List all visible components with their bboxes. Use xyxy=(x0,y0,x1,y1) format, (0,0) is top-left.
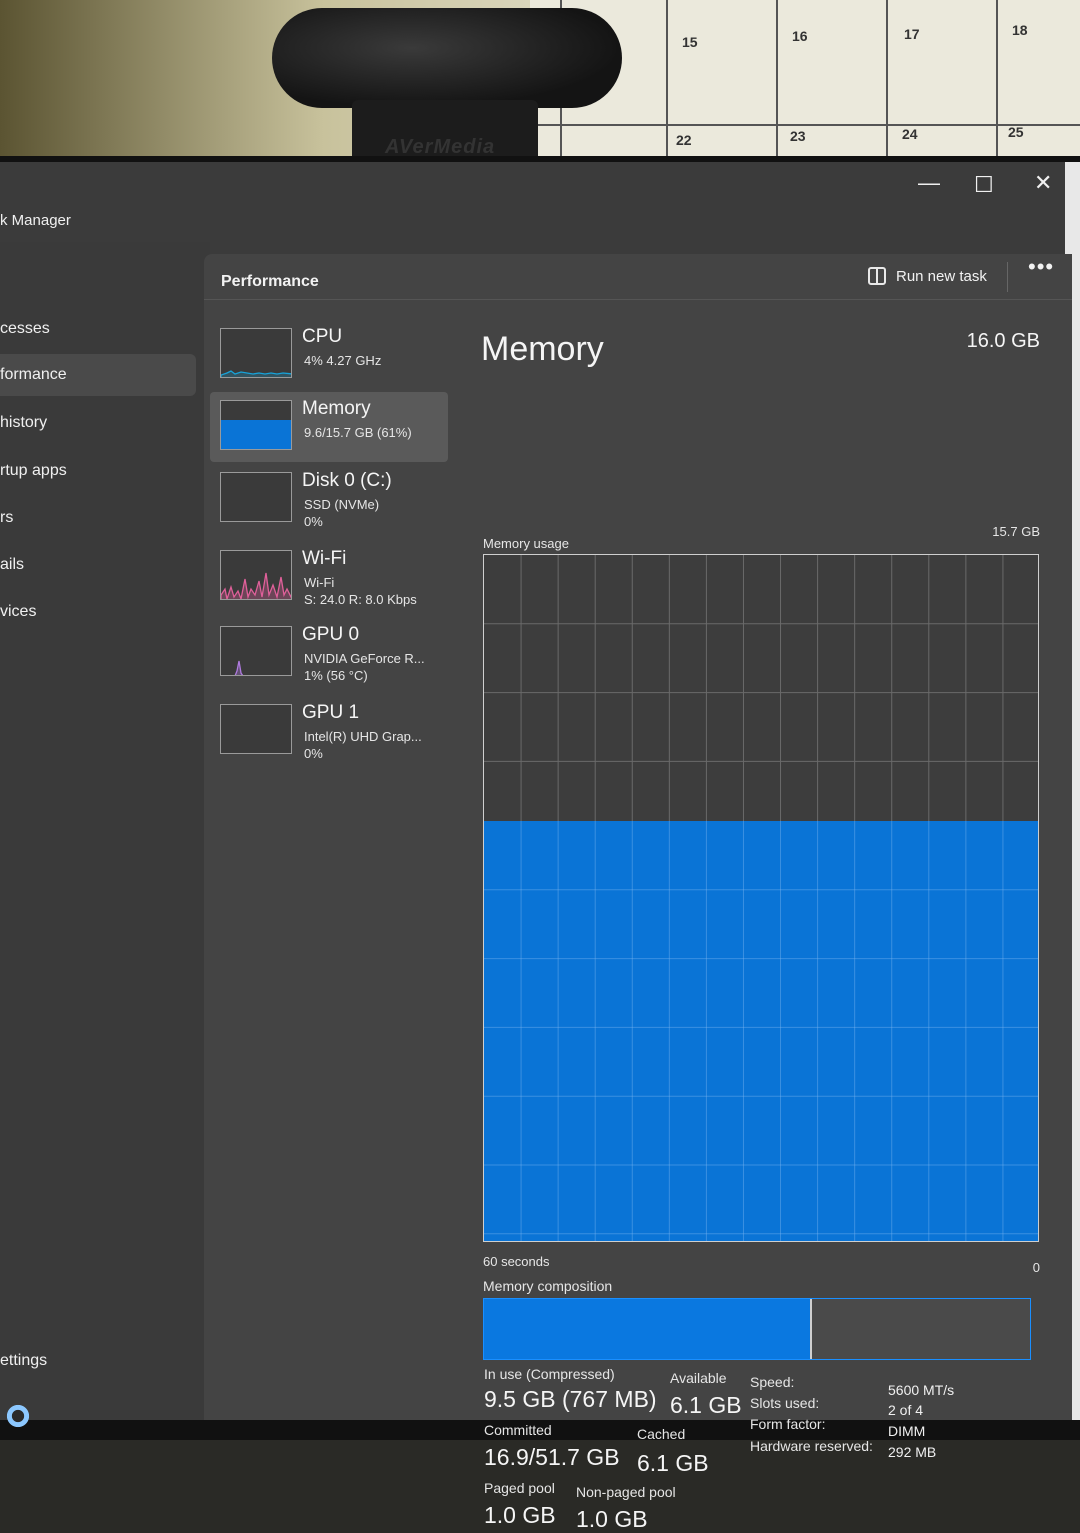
resource-name: GPU 0 xyxy=(302,624,360,645)
resource-name: Wi-Fi xyxy=(302,548,347,569)
calendar-number: 25 xyxy=(1008,124,1024,140)
sidebar-item-processes[interactable]: cesses xyxy=(0,308,196,350)
resource-detail: 4% 4.27 GHz xyxy=(304,353,382,368)
gear-icon[interactable] xyxy=(4,1402,32,1430)
memory-usage-fill xyxy=(484,821,1038,1241)
sidebar-item-app-history[interactable]: history xyxy=(0,402,196,444)
gpu-1-sparkline xyxy=(220,704,292,754)
task-manager-window: k Manager — ☐ ✕ cesses formance history … xyxy=(0,162,1072,1532)
cached-value: 6.1 GB xyxy=(637,1450,709,1476)
sidebar-item-performance[interactable]: formance xyxy=(0,354,196,396)
form-factor-value: DIMM xyxy=(888,1423,926,1439)
calendar-number: 15 xyxy=(682,34,698,50)
calendar-number: 22 xyxy=(676,132,692,148)
calendar-line xyxy=(530,124,1080,126)
resource-detail: 0% xyxy=(304,746,323,761)
in-use-label: In use (Compressed) xyxy=(484,1366,615,1382)
memory-sparkline-fill xyxy=(221,419,291,449)
memory-title: Memory xyxy=(481,330,604,368)
time-axis-label: 60 seconds xyxy=(483,1254,550,1269)
resource-detail: 0% xyxy=(304,514,323,529)
axis-zero-label: 0 xyxy=(1032,1260,1040,1275)
sidebar-item-details[interactable]: ails xyxy=(0,544,196,586)
composition-in-use xyxy=(484,1299,812,1359)
resource-name: GPU 1 xyxy=(302,702,360,723)
non-paged-pool-value: 1.0 GB xyxy=(576,1506,648,1532)
calendar-line xyxy=(776,0,778,160)
title-bar[interactable]: k Manager — ☐ ✕ xyxy=(0,162,1065,242)
resource-detail: 9.6/15.7 GB (61%) xyxy=(304,425,412,440)
memory-sparkline xyxy=(220,400,292,450)
header-divider xyxy=(1007,262,1008,292)
run-task-icon xyxy=(868,267,886,285)
calendar-line xyxy=(886,0,888,160)
resource-gpu-1[interactable]: GPU 1 Intel(R) UHD Grap... 0% xyxy=(210,696,448,766)
resource-detail: SSD (NVMe) xyxy=(304,497,380,512)
form-factor-label: Form factor: xyxy=(750,1416,826,1432)
resource-gpu-0[interactable]: GPU 0 NVIDIA GeForce R... 1% (56 °C) xyxy=(210,618,448,688)
resource-memory[interactable]: Memory 9.6/15.7 GB (61%) xyxy=(210,392,448,462)
sidebar-item-services[interactable]: vices xyxy=(0,591,196,633)
slots-used-value: 2 of 4 xyxy=(888,1402,924,1418)
disk-sparkline xyxy=(220,472,292,522)
resource-detail: 1% (56 °C) xyxy=(304,668,368,683)
minimize-button[interactable]: — xyxy=(918,170,940,196)
more-options-button[interactable]: ••• xyxy=(1028,254,1054,280)
committed-value: 16.9/51.7 GB xyxy=(484,1444,620,1470)
available-label: Available xyxy=(670,1370,727,1386)
calendar-line xyxy=(996,0,998,160)
speed-value: 5600 MT/s xyxy=(888,1382,955,1398)
panel-header: Performance Run new task ••• xyxy=(204,254,1072,300)
close-button[interactable]: ✕ xyxy=(1034,170,1052,196)
resource-wifi[interactable]: Wi-Fi Wi-Fi S: 24.0 R: 8.0 Kbps xyxy=(210,542,448,612)
run-new-task-button[interactable]: Run new task xyxy=(868,260,987,292)
maximize-button[interactable]: ☐ xyxy=(974,172,994,198)
sidebar-item-startup-apps[interactable]: rtup apps xyxy=(0,450,196,492)
calendar-number: 16 xyxy=(792,28,808,44)
resource-name: CPU xyxy=(302,326,343,347)
calendar-number: 24 xyxy=(902,126,918,142)
hardware-reserved-label: Hardware reserved: xyxy=(750,1438,873,1454)
paged-pool-label: Paged pool xyxy=(484,1480,555,1496)
memory-total: 16.0 GB xyxy=(966,330,1040,352)
available-value: 6.1 GB xyxy=(670,1392,742,1418)
page-title: Performance xyxy=(221,273,319,290)
resource-detail: S: 24.0 R: 8.0 Kbps xyxy=(304,592,417,607)
non-paged-pool-label: Non-paged pool xyxy=(576,1484,676,1500)
memory-usable: 15.7 GB xyxy=(992,524,1040,539)
memory-composition-label: Memory composition xyxy=(483,1278,613,1294)
sidebar-item-users[interactable]: rs xyxy=(0,497,196,539)
app-title: k Manager xyxy=(0,212,71,229)
run-new-task-label: Run new task xyxy=(896,267,987,285)
calendar-number: 18 xyxy=(1012,22,1028,38)
cpu-sparkline xyxy=(220,328,292,378)
speed-label: Speed: xyxy=(750,1374,795,1390)
in-use-value: 9.5 GB (767 MB) xyxy=(484,1386,657,1412)
resource-disk[interactable]: Disk 0 (C:) SSD (NVMe) 0% xyxy=(210,464,448,534)
resource-detail: Intel(R) UHD Grap... xyxy=(304,729,422,744)
calendar-number: 17 xyxy=(904,26,920,42)
committed-label: Committed xyxy=(484,1422,552,1438)
memory-composition-bar xyxy=(483,1298,1031,1360)
performance-panel: Performance Run new task ••• CPU 4% 4.27… xyxy=(204,254,1072,1532)
hardware-reserved-value: 292 MB xyxy=(888,1444,937,1460)
calendar-line xyxy=(666,0,668,160)
resource-cpu[interactable]: CPU 4% 4.27 GHz xyxy=(210,320,448,390)
resource-detail: NVIDIA GeForce R... xyxy=(304,651,425,666)
sidebar-item-settings[interactable]: ettings xyxy=(0,1352,47,1370)
resource-name: Memory xyxy=(302,398,371,419)
graph-fill-grid xyxy=(484,821,1038,1241)
memory-usage-label: Memory usage xyxy=(483,536,569,551)
webcam xyxy=(272,8,622,108)
wifi-sparkline xyxy=(220,550,292,600)
memory-usage-graph xyxy=(483,554,1039,1242)
sidebar: cesses formance history rtup apps rs ail… xyxy=(0,242,210,1420)
resource-name: Disk 0 (C:) xyxy=(302,470,392,491)
resource-detail: Wi-Fi xyxy=(304,575,335,590)
slots-used-label: Slots used: xyxy=(750,1395,820,1411)
calendar-number: 23 xyxy=(790,128,806,144)
paged-pool-value: 1.0 GB xyxy=(484,1502,556,1528)
gpu-0-sparkline xyxy=(220,626,292,676)
